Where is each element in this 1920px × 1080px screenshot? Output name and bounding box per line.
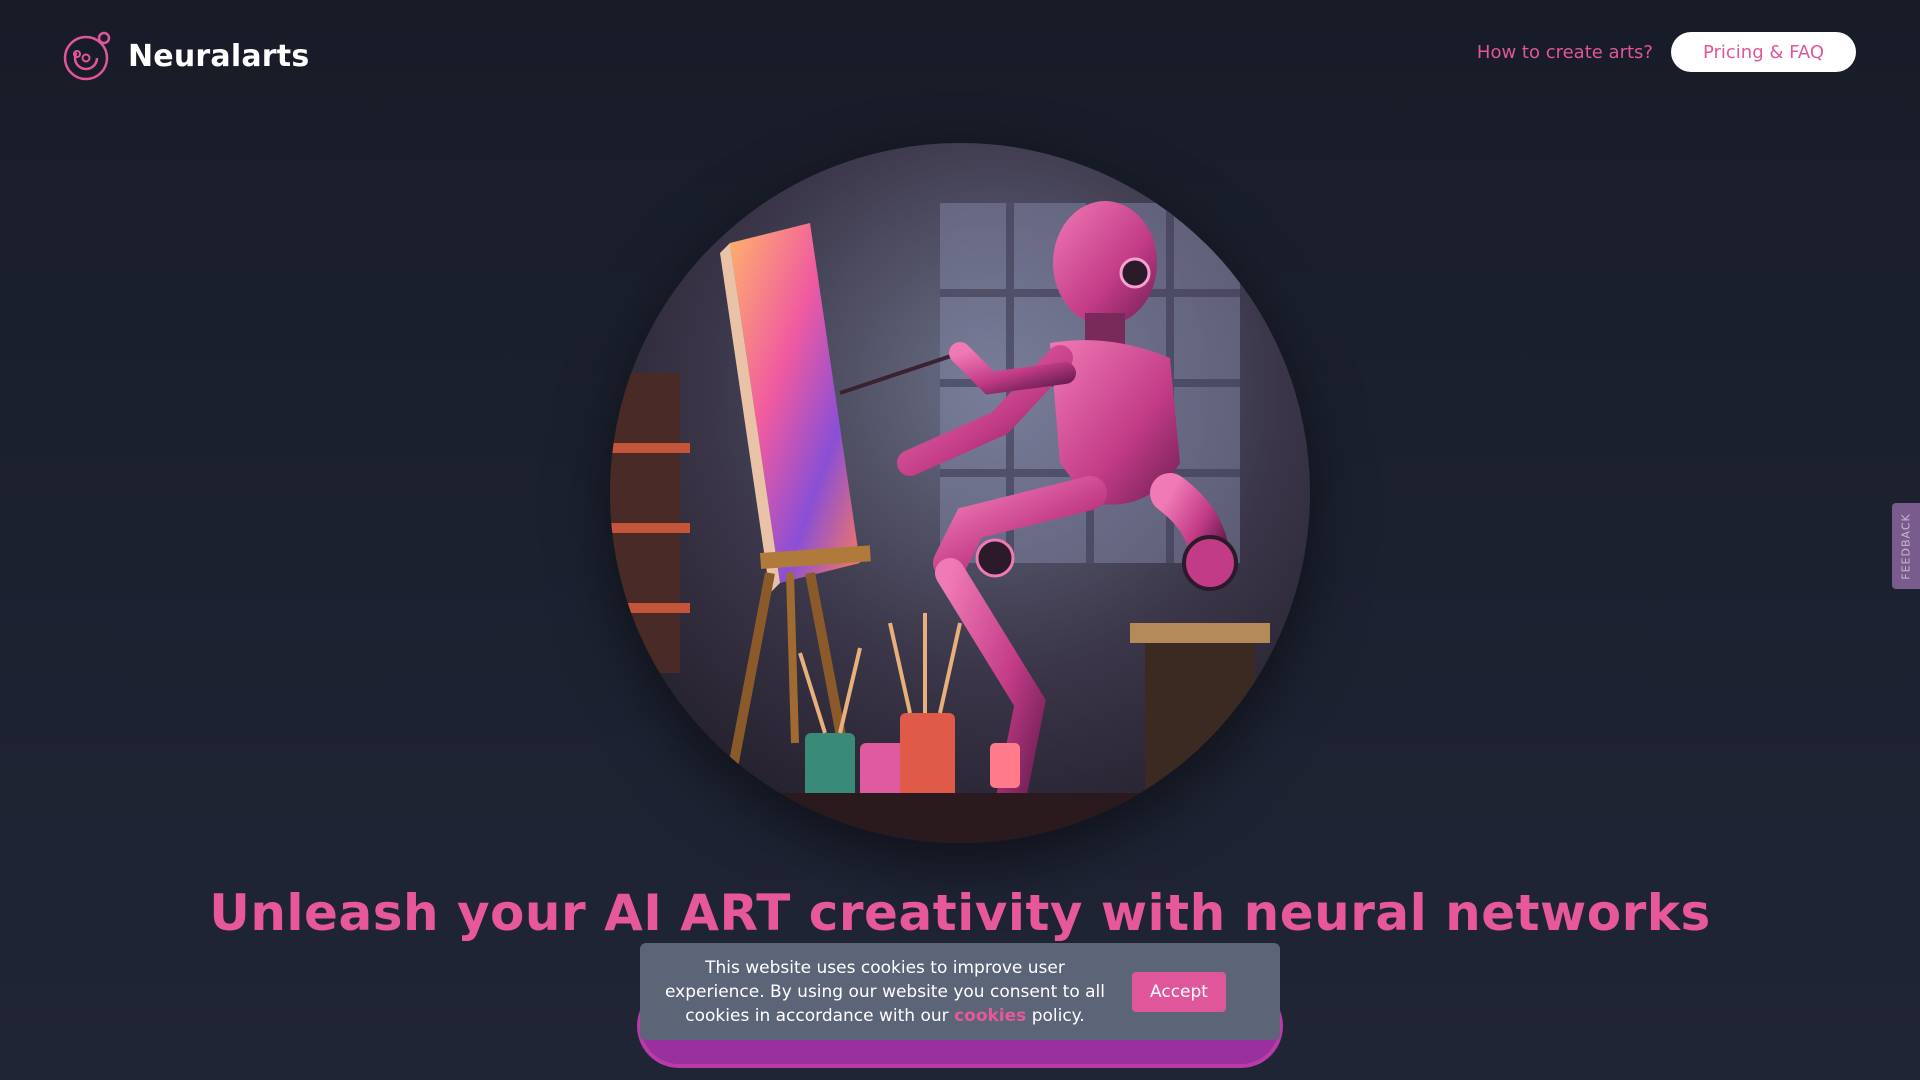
brand-logo[interactable]: Neuralarts [62,30,309,82]
cookie-text-after: policy. [1031,1005,1085,1026]
cookie-banner: This website uses cookies to improve use… [640,943,1280,1040]
neuralarts-logo-icon [63,31,111,81]
top-nav: How to create arts? Pricing & FAQ [1477,32,1856,72]
robot-painter-illustration-icon [610,143,1310,843]
accept-cookies-button[interactable]: Accept [1132,971,1226,1012]
how-to-create-link[interactable]: How to create arts? [1477,42,1653,63]
brand-name: Neuralarts [128,38,310,74]
feedback-tab[interactable]: FEEDBACK [1892,503,1920,589]
hero-image [610,143,1310,843]
pricing-faq-button[interactable]: Pricing & FAQ [1670,32,1856,72]
cookie-message: This website uses cookies to improve use… [660,956,1110,1028]
hero-headline: Unleash your AI ART creativity with neur… [209,884,1711,942]
feedback-label: FEEDBACK [1899,512,1913,580]
cookies-policy-link[interactable]: cookies [954,1006,1026,1026]
